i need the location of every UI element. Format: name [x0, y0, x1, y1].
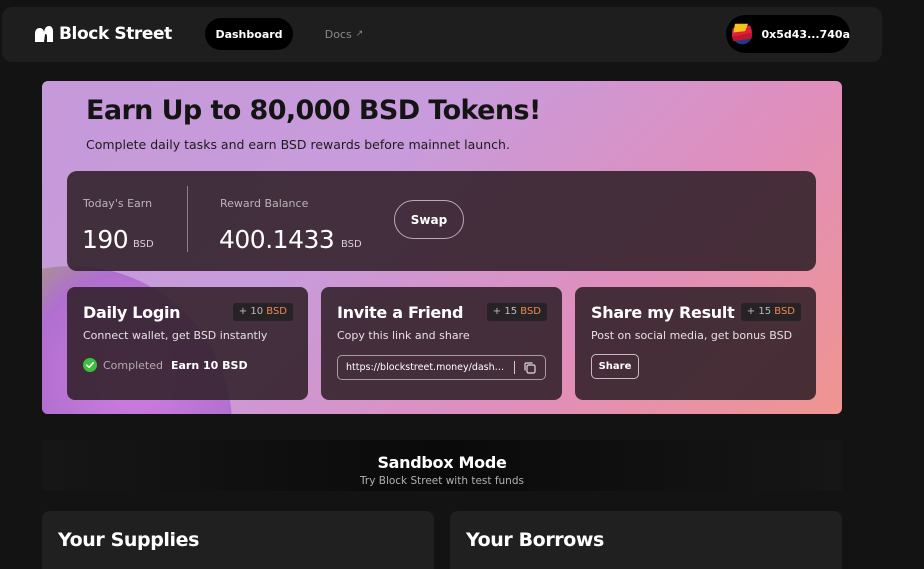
- share-button[interactable]: Share: [591, 354, 639, 379]
- todays-earn-label: Today's Earn: [83, 197, 153, 210]
- wallet-address: 0x5d43...740a: [761, 27, 850, 41]
- earnings-summary-panel: Today's Earn 190 BSD Reward Balance 400.…: [67, 171, 816, 271]
- reward-balance-value: 400.1433: [219, 225, 335, 254]
- borrows-title: Your Borrows: [466, 529, 604, 551]
- check-circle-icon: [83, 358, 97, 372]
- reward-badge-amount: + 15: [746, 306, 772, 317]
- task-description: Connect wallet, get BSD instantly: [83, 329, 268, 342]
- reward-badge-amount: + 15: [492, 306, 518, 317]
- task-description: Copy this link and share: [337, 329, 470, 342]
- brand-logo[interactable]: Block Street: [34, 24, 172, 44]
- reward-badge-unit: BSD: [266, 306, 287, 317]
- reward-badge-unit: BSD: [774, 306, 795, 317]
- task-description: Post on social media, get bonus BSD: [591, 329, 793, 342]
- swap-button[interactable]: Swap: [394, 200, 464, 239]
- sandbox-title: Sandbox Mode: [377, 453, 507, 472]
- wallet-button[interactable]: 0x5d43...740a: [726, 15, 850, 53]
- hero-title: Earn Up to 80,000 BSD Tokens!: [86, 95, 541, 126]
- top-nav-bar: Block Street Dashboard Docs ↗ 0x5d43...7…: [2, 7, 882, 62]
- nav-docs-link[interactable]: Docs ↗: [312, 18, 376, 50]
- sandbox-mode-banner: Sandbox Mode Try Block Street with test …: [42, 440, 842, 491]
- task-title: Daily Login: [83, 303, 181, 322]
- referral-link-text: https://blockstreet.money/dashboard: [346, 362, 510, 373]
- todays-earn-value: 190: [82, 225, 129, 254]
- completion-reward: Earn 10 BSD: [171, 358, 248, 372]
- copy-icon[interactable]: [523, 361, 537, 375]
- link-separator: [514, 361, 515, 374]
- reward-badge: + 15 BSD: [740, 303, 801, 321]
- wallet-avatar-icon: [732, 23, 753, 45]
- rewards-hero-card: Earn Up to 80,000 BSD Tokens! Complete d…: [42, 81, 842, 414]
- completion-status: Completed Earn 10 BSD: [83, 358, 248, 372]
- supplies-title: Your Supplies: [58, 529, 200, 551]
- reward-balance-unit: BSD: [341, 239, 362, 250]
- reward-badge: + 15 BSD: [486, 303, 547, 321]
- hero-subtitle: Complete daily tasks and earn BSD reward…: [86, 137, 510, 152]
- task-card-daily-login: Daily Login + 10 BSD Connect wallet, get…: [67, 287, 308, 400]
- external-link-icon: ↗: [355, 29, 364, 39]
- block-street-logo-icon: [35, 26, 53, 42]
- sandbox-subtitle: Try Block Street with test funds: [360, 475, 524, 487]
- reward-balance-label: Reward Balance: [220, 197, 309, 210]
- supplies-panel: Your Supplies: [42, 511, 434, 569]
- brand-name: Block Street: [59, 24, 172, 44]
- task-title: Share my Result: [591, 303, 735, 322]
- task-title: Invite a Friend: [337, 303, 464, 322]
- nav-docs-label: Docs: [324, 27, 352, 41]
- task-card-invite-friend: Invite a Friend + 15 BSD Copy this link …: [321, 287, 562, 400]
- completion-status-label: Completed: [103, 358, 163, 372]
- reward-badge-amount: + 10: [238, 306, 264, 317]
- reward-badge-unit: BSD: [520, 306, 541, 317]
- borrows-panel: Your Borrows: [450, 511, 842, 569]
- referral-link-field[interactable]: https://blockstreet.money/dashboard: [337, 355, 546, 380]
- task-card-share-result: Share my Result + 15 BSD Post on social …: [575, 287, 816, 400]
- todays-earn-unit: BSD: [133, 239, 154, 250]
- earnings-divider: [187, 186, 188, 252]
- nav-dashboard-tab[interactable]: Dashboard: [205, 18, 293, 50]
- reward-badge: + 10 BSD: [232, 303, 293, 321]
